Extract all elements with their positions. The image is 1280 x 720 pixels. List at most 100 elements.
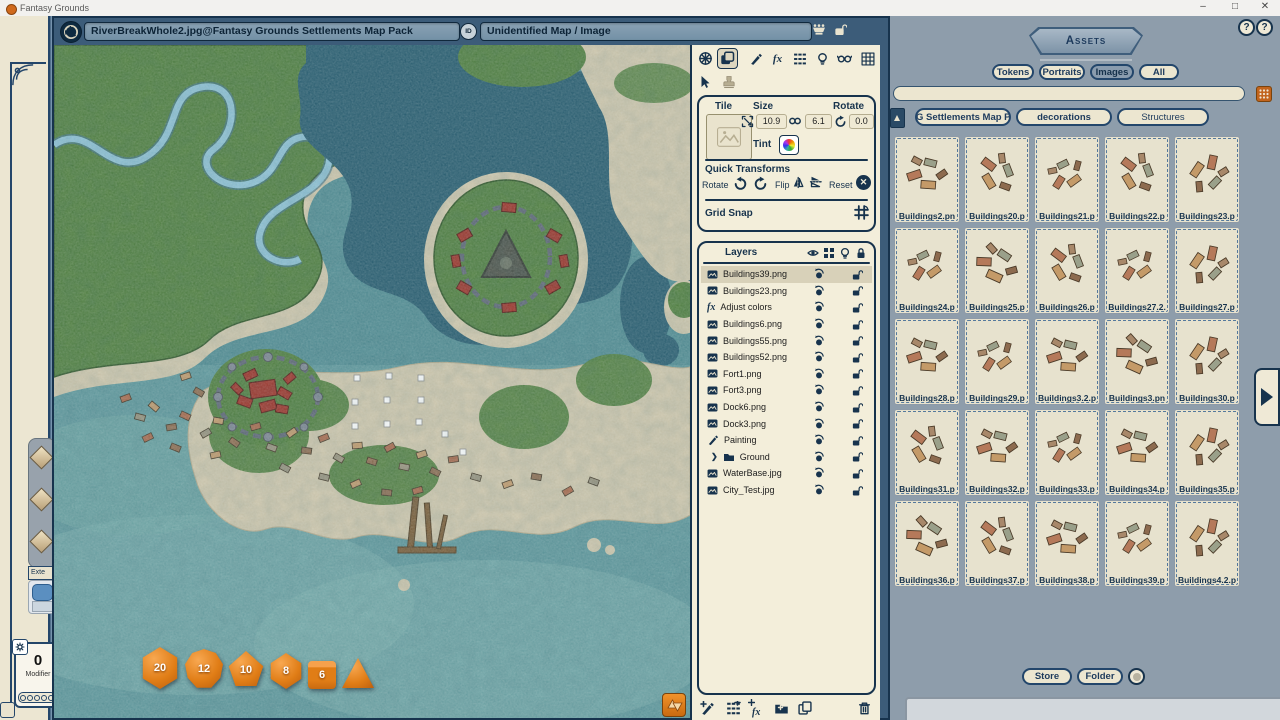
layer-update-icon[interactable] (813, 285, 825, 297)
radial-tool-icon[interactable] (695, 48, 716, 69)
layer-unlock-icon[interactable] (851, 451, 863, 462)
filter-structures-chip[interactable]: Structures (1117, 108, 1209, 126)
size-width-value[interactable]: 10.9 (756, 114, 787, 129)
asset-card[interactable]: Buildings3.pn (1104, 318, 1170, 405)
layer-unlock-icon[interactable] (851, 302, 863, 313)
layer-unlock-icon[interactable] (851, 319, 863, 330)
layer-row[interactable]: Painting (701, 432, 872, 449)
add-effect-layer-button[interactable]: fx (752, 702, 760, 720)
tiles-tool-icon[interactable] (789, 48, 810, 69)
asset-card[interactable]: Buildings23.p (1174, 136, 1240, 223)
layer-unlock-icon[interactable] (851, 435, 863, 446)
rotate-value[interactable]: 0.0 (849, 114, 874, 129)
store-button[interactable]: Store (1022, 668, 1072, 685)
grid-tool-icon[interactable] (857, 48, 878, 69)
rotate-small-icon[interactable] (834, 115, 847, 128)
layer-unlock-icon[interactable] (851, 269, 863, 280)
asset-options-button[interactable] (1256, 86, 1272, 102)
asset-card[interactable]: Buildings22.p (1104, 136, 1170, 223)
layer-row[interactable]: Dock3.png (701, 415, 872, 432)
layer-row[interactable]: Buildings6.png (701, 316, 872, 333)
lighting-column-icon[interactable] (839, 247, 851, 259)
layer-row[interactable]: Buildings39.png (701, 266, 872, 283)
asset-card[interactable]: Buildings30.p (1174, 318, 1240, 405)
minimize-button[interactable]: – (1196, 1, 1210, 12)
layer-row[interactable]: Buildings23.png (701, 283, 872, 300)
layers-tool-icon[interactable] (717, 48, 738, 69)
asset-card[interactable]: Buildings3.2.p (1034, 318, 1100, 405)
reset-button[interactable]: ✕ (856, 175, 871, 190)
layer-unlock-icon[interactable] (851, 368, 863, 379)
layer-update-icon[interactable] (813, 318, 825, 330)
layer-update-icon[interactable] (813, 351, 825, 363)
asset-search-input[interactable] (893, 86, 1245, 101)
asset-card[interactable]: Buildings38.p (1034, 500, 1100, 587)
radial-menu-button[interactable] (60, 21, 82, 43)
filter-decorations-chip[interactable]: decorations (1016, 108, 1112, 126)
layer-row[interactable]: City_Test.jpg (701, 482, 872, 499)
asset-card[interactable]: Buildings37.p (964, 500, 1030, 587)
select-cursor-icon[interactable] (695, 71, 716, 92)
d10-die[interactable]: 10 (228, 651, 264, 689)
asset-card[interactable]: Buildings33.p (1034, 409, 1100, 496)
d4-die[interactable] (341, 657, 375, 689)
asset-card[interactable]: Buildings20.p (964, 136, 1030, 223)
asset-card[interactable]: Buildings4.2.p (1174, 500, 1240, 587)
layer-unlock-icon[interactable] (851, 335, 863, 346)
layer-update-icon[interactable] (813, 335, 825, 347)
layer-row[interactable]: WaterBase.jpg (701, 465, 872, 482)
layer-unlock-icon[interactable] (851, 468, 863, 479)
filter-module-chip[interactable]: FG Settlements Map Pa (915, 108, 1011, 126)
layer-update-icon[interactable] (813, 301, 825, 313)
tower-die-icon[interactable] (29, 445, 53, 469)
asset-card[interactable]: Buildings2.pn (894, 136, 960, 223)
layer-unlock-icon[interactable] (851, 352, 863, 363)
layer-row[interactable]: Fort1.png (701, 366, 872, 383)
rotate-cw-icon[interactable] (753, 176, 768, 191)
stamp-tool-icon[interactable] (718, 71, 739, 92)
tower-die-icon[interactable] (29, 529, 53, 553)
grid-snap-icon[interactable] (854, 205, 869, 220)
unlock-icon[interactable] (834, 23, 847, 35)
layer-row[interactable]: Fort3.png (701, 382, 872, 399)
layer-row[interactable]: fxAdjust colors (701, 299, 872, 316)
layer-update-icon[interactable] (813, 384, 825, 396)
flip-vertical-icon[interactable] (793, 176, 806, 189)
maximize-button[interactable]: □ (1228, 1, 1242, 12)
delete-layer-button[interactable] (858, 701, 871, 715)
tiles-column-icon[interactable] (823, 247, 835, 259)
asset-card[interactable]: Buildings21.p (1034, 136, 1100, 223)
lock-column-icon[interactable] (855, 247, 867, 259)
link-icon[interactable] (788, 116, 802, 126)
mask-tool-icon[interactable] (834, 48, 855, 69)
tab-all[interactable]: All (1139, 64, 1179, 80)
close-button[interactable]: ✕ (1258, 1, 1272, 12)
layer-update-icon[interactable] (813, 451, 825, 463)
map-title-field[interactable]: RiverBreakWhole2.jpg@Fantasy Grounds Set… (84, 22, 460, 41)
map-shortcut-button[interactable] (662, 693, 686, 717)
image-window-titlebar[interactable]: RiverBreakWhole2.jpg@Fantasy Grounds Set… (54, 18, 888, 45)
visibility-column-icon[interactable] (807, 247, 819, 259)
paint-tool-icon[interactable] (745, 48, 766, 69)
help-button[interactable]: ? (1256, 19, 1273, 36)
layer-unlock-icon[interactable] (851, 285, 863, 296)
tint-color-picker[interactable] (779, 135, 799, 155)
asset-card[interactable]: Buildings36.p (894, 500, 960, 587)
d6-die[interactable]: 6 (308, 661, 336, 689)
layer-update-icon[interactable] (813, 467, 825, 479)
d12-die[interactable]: 12 (185, 649, 223, 689)
layer-update-icon[interactable] (813, 434, 825, 446)
asset-card[interactable]: Buildings34.p (1104, 409, 1170, 496)
duplicate-layer-button[interactable] (798, 701, 812, 715)
asset-card[interactable]: Buildings24.p (894, 227, 960, 314)
folder-button[interactable]: Folder (1077, 668, 1123, 685)
asset-card[interactable]: Buildings29.p (964, 318, 1030, 405)
asset-card[interactable]: Buildings28.p (894, 318, 960, 405)
tab-portraits[interactable]: Portraits (1039, 64, 1085, 80)
add-folder-button[interactable] (774, 701, 789, 716)
tab-images[interactable]: Images (1090, 64, 1134, 80)
panel-expand-arrow[interactable] (1254, 368, 1280, 426)
add-tile-layer-button[interactable] (726, 701, 741, 716)
map-canvas[interactable]: 20 12 10 8 6 (54, 45, 690, 718)
layer-unlock-icon[interactable] (851, 402, 863, 413)
